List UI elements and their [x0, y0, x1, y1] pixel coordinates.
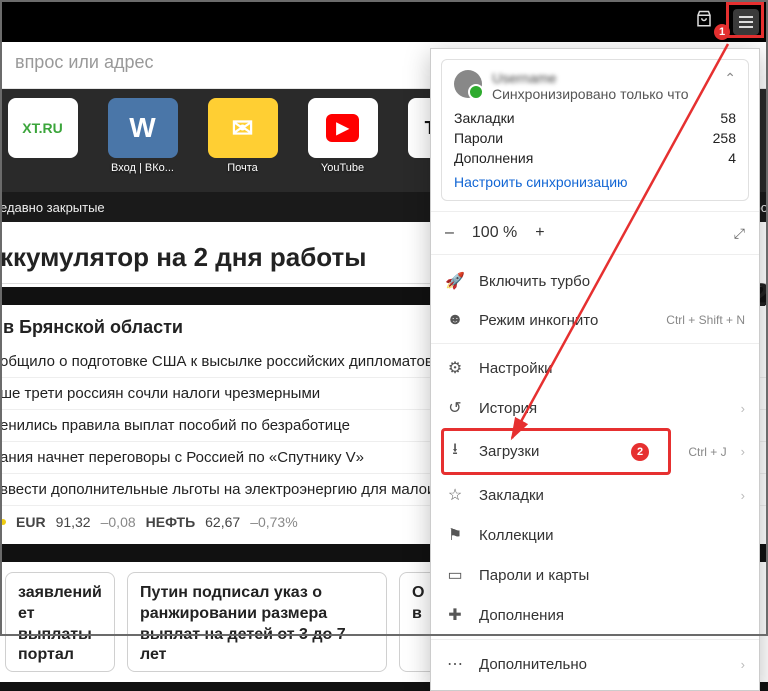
- card-icon: ▭: [445, 565, 465, 585]
- flag-icon: ⚑: [445, 525, 465, 545]
- zoom-value: 100 %: [472, 224, 517, 242]
- menu-passwords[interactable]: ▭ Пароли и карты: [431, 555, 759, 595]
- sync-status: Синхронизировано только что: [492, 86, 714, 102]
- tile-logo: W: [108, 98, 178, 158]
- tile[interactable]: XT.RU: [0, 98, 85, 162]
- avatar[interactable]: [454, 70, 482, 98]
- tile[interactable]: ✉ Почта: [200, 98, 285, 174]
- configure-sync-link[interactable]: Настроить синхронизацию: [454, 174, 736, 190]
- star-icon: ☆: [445, 485, 465, 505]
- tile-label: Почта: [200, 162, 285, 174]
- hamburger-highlight: 1: [726, 2, 764, 38]
- menu-more[interactable]: ⋯ Дополнительно ›: [431, 644, 759, 684]
- tile[interactable]: W Вход | ВКо...: [100, 98, 185, 174]
- incognito-icon: ☻: [445, 311, 465, 329]
- chevron-right-icon: ›: [741, 444, 745, 459]
- annotation-badge-1: 1: [714, 24, 730, 40]
- recently-closed[interactable]: едавно закрытые: [0, 200, 105, 215]
- menu-items: 🚀 Включить турбо ☻ Режим инкогнито Ctrl …: [431, 255, 759, 690]
- menu-incognito[interactable]: ☻ Режим инкогнито Ctrl + Shift + N: [431, 301, 759, 339]
- history-icon: ↺: [445, 398, 465, 418]
- menu-settings[interactable]: ⚙ Настройки: [431, 348, 759, 388]
- zoom-in-button[interactable]: +: [535, 224, 544, 242]
- menu-bookmarks[interactable]: ☆ Закладки ›: [431, 475, 759, 515]
- sync-stats: Закладки58 Пароли258 Дополнения4: [454, 110, 736, 166]
- main-menu-button[interactable]: [733, 9, 759, 35]
- tile-logo: XT.RU: [8, 98, 78, 158]
- menu-addons[interactable]: ✚ Дополнения: [431, 595, 759, 635]
- chevron-up-icon[interactable]: ⌃: [724, 70, 736, 87]
- menu-turbo[interactable]: 🚀 Включить турбо: [431, 261, 759, 301]
- news-card[interactable]: Путин подписал указ о ранжировании разме…: [127, 572, 387, 672]
- dot-icon: [0, 519, 6, 525]
- chevron-right-icon: ›: [741, 657, 745, 672]
- puzzle-icon: ✚: [445, 605, 465, 625]
- main-menu-popup: Username Синхронизировано только что ⌃ З…: [430, 48, 760, 691]
- zoom-row: – 100 % + ⤢: [431, 211, 759, 255]
- menu-downloads[interactable]: ⭳ Загрузки 2 Ctrl + J ›: [431, 428, 759, 475]
- download-icon: ⭳: [445, 438, 465, 465]
- tile-logo: ▶: [308, 98, 378, 158]
- chevron-right-icon: ›: [741, 488, 745, 503]
- menu-history[interactable]: ↺ История ›: [431, 388, 759, 428]
- sync-username: Username: [492, 70, 714, 86]
- news-card[interactable]: заявлений ет выплаты портал: [5, 572, 115, 672]
- zoom-out-button[interactable]: –: [445, 224, 454, 242]
- gear-icon: ⚙: [445, 358, 465, 378]
- fullscreen-icon[interactable]: ⤢: [734, 225, 745, 242]
- tile-logo: ✉: [208, 98, 278, 158]
- tile-label: YouTube: [300, 162, 385, 174]
- shopping-bag-icon[interactable]: [695, 10, 713, 33]
- tile-label: Вход | ВКо...: [100, 162, 185, 174]
- tile[interactable]: ▶ YouTube: [300, 98, 385, 174]
- sync-card: Username Синхронизировано только что ⌃ З…: [441, 59, 749, 201]
- title-bar: 1: [0, 0, 768, 42]
- rocket-icon: 🚀: [445, 271, 465, 291]
- chevron-right-icon: ›: [741, 401, 745, 416]
- address-placeholder: впрос или адрес: [15, 52, 153, 72]
- menu-collections[interactable]: ⚑ Коллекции: [431, 515, 759, 555]
- annotation-badge-2: 2: [631, 443, 649, 461]
- dots-icon: ⋯: [445, 654, 465, 674]
